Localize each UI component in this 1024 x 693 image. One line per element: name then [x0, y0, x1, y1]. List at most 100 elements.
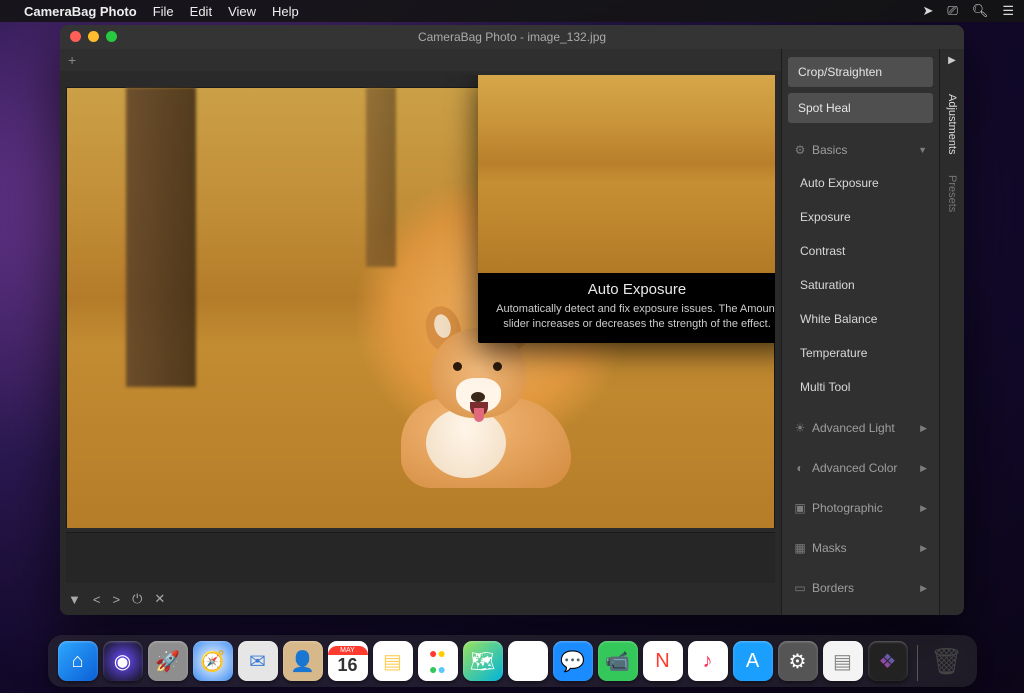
sun-icon: ☀: [794, 421, 806, 435]
window-titlebar[interactable]: CameraBag Photo - image_132.jpg: [60, 25, 964, 49]
dock-calendar[interactable]: MAY 16: [328, 641, 368, 681]
advanced-color-label: Advanced Color: [812, 461, 897, 475]
adjustments-panel: Crop/Straighten Spot Heal ⚙ Basics ▼ Aut…: [781, 49, 939, 615]
dock-maps[interactable]: 🗺: [463, 641, 503, 681]
photographic-label: Photographic: [812, 501, 883, 515]
tooltip-preview-image: [478, 75, 775, 273]
filmstrip-panel[interactable]: [66, 532, 775, 583]
footer-close-icon[interactable]: ✕: [154, 591, 165, 607]
collapse-panel-icon[interactable]: ▶: [948, 55, 956, 66]
main-area: +: [60, 49, 781, 615]
facetime-icon: 📹: [605, 649, 630, 674]
calendar-day-label: 16: [337, 655, 357, 676]
adjustment-white-balance[interactable]: White Balance: [788, 305, 933, 333]
menubar-view[interactable]: View: [228, 4, 256, 19]
app-window: CameraBag Photo - image_132.jpg +: [60, 25, 964, 615]
adjustment-auto-exposure[interactable]: Auto Exposure: [788, 169, 933, 197]
spot-heal-button[interactable]: Spot Heal: [788, 93, 933, 123]
camera-icon: ▣: [794, 501, 806, 515]
safari-icon: 🧭: [200, 649, 225, 674]
adjustment-exposure[interactable]: Exposure: [788, 203, 933, 231]
dock-messages[interactable]: 💬: [553, 641, 593, 681]
status-display-icon[interactable]: ⎚: [947, 3, 957, 19]
borders-label: Borders: [812, 581, 854, 595]
dock-siri[interactable]: ◉: [103, 641, 143, 681]
dock-reminders[interactable]: ●●●●: [418, 641, 458, 681]
dock-launchpad[interactable]: 🚀: [148, 641, 188, 681]
chevron-right-icon: ▶: [920, 503, 927, 514]
advanced-color-section[interactable]: ◐ Advanced Color ▶: [788, 453, 933, 481]
dock-textedit[interactable]: ▤: [823, 641, 863, 681]
advanced-light-label: Advanced Light: [812, 421, 895, 435]
tab-presets[interactable]: Presets: [944, 165, 960, 222]
footer-next-icon[interactable]: >: [112, 592, 120, 607]
dock-contacts[interactable]: 👤: [283, 641, 323, 681]
basics-label: Basics: [812, 143, 847, 157]
advanced-light-section[interactable]: ☀ Advanced Light ▶: [788, 413, 933, 441]
launchpad-icon: 🚀: [155, 649, 180, 674]
sliders-icon: ⚙: [794, 143, 806, 157]
footer-power-icon[interactable]: ⏻: [132, 591, 142, 607]
contacts-icon: 👤: [290, 649, 315, 674]
chevron-right-icon: ▶: [920, 423, 927, 434]
menubar-app-name[interactable]: CameraBag Photo: [24, 4, 137, 19]
add-tab-button[interactable]: +: [68, 52, 76, 68]
dock-finder[interactable]: ⌂: [58, 641, 98, 681]
dock-mail[interactable]: ✉︎: [238, 641, 278, 681]
window-title: CameraBag Photo - image_132.jpg: [418, 30, 606, 44]
photos-icon: 🏵: [515, 649, 540, 674]
appstore-icon: A: [746, 650, 759, 673]
control-center-icon[interactable]: ☰: [1002, 3, 1014, 19]
camerabag-icon: ❖: [879, 649, 897, 674]
borders-section[interactable]: ▭ Borders ▶: [788, 573, 933, 601]
chevron-right-icon: ▶: [920, 463, 927, 474]
adjustment-multi-tool[interactable]: Multi Tool: [788, 373, 933, 401]
dock-trash[interactable]: 🗑: [927, 641, 967, 681]
dock-music[interactable]: ♪: [688, 641, 728, 681]
tab-adjustments[interactable]: Adjustments: [944, 84, 960, 165]
dock-camerabag[interactable]: ❖: [868, 641, 908, 681]
maps-icon: 🗺: [470, 649, 495, 674]
footer-prev-icon[interactable]: <: [93, 592, 101, 607]
image-tree-trunk: [126, 87, 196, 387]
footer-dropdown-icon[interactable]: ▼: [68, 592, 81, 607]
crop-straighten-button[interactable]: Crop/Straighten: [788, 57, 933, 87]
dock-appstore[interactable]: A: [733, 641, 773, 681]
adjustment-contrast[interactable]: Contrast: [788, 237, 933, 265]
dock-safari[interactable]: 🧭: [193, 641, 233, 681]
image-canvas[interactable]: Auto Exposure Automatically detect and f…: [66, 75, 775, 528]
dock-facetime[interactable]: 📹: [598, 641, 638, 681]
menubar-file[interactable]: File: [153, 4, 174, 19]
masks-section[interactable]: ▦ Masks ▶: [788, 533, 933, 561]
adjustment-saturation[interactable]: Saturation: [788, 271, 933, 299]
tooltip-description: Automatically detect and fix exposure is…: [478, 302, 775, 343]
window-maximize-button[interactable]: [106, 31, 117, 42]
spotlight-search-icon[interactable]: 🔍︎: [972, 3, 989, 19]
trash-icon: 🗑: [930, 646, 963, 677]
siri-icon: ◉: [114, 649, 131, 674]
menubar-edit[interactable]: Edit: [190, 4, 212, 19]
calendar-month-label: MAY: [328, 646, 368, 655]
notes-icon: ▤: [383, 649, 402, 674]
window-minimize-button[interactable]: [88, 31, 99, 42]
document-tab-strip: +: [60, 49, 781, 71]
window-traffic-lights: [70, 31, 117, 42]
photographic-section[interactable]: ▣ Photographic ▶: [788, 493, 933, 521]
chevron-down-icon: ▼: [918, 145, 927, 155]
reminders-icon: ●●●●: [429, 645, 446, 677]
dock-photos[interactable]: 🏵: [508, 641, 548, 681]
menubar-help[interactable]: Help: [272, 4, 299, 19]
dock-notes[interactable]: ▤: [373, 641, 413, 681]
window-close-button[interactable]: [70, 31, 81, 42]
basics-section-header[interactable]: ⚙ Basics ▼: [788, 135, 933, 163]
status-cursor-icon[interactable]: ➤: [923, 3, 934, 19]
gear-icon: ⚙: [789, 649, 807, 674]
dock-news[interactable]: N: [643, 641, 683, 681]
music-icon: ♪: [703, 650, 713, 673]
chevron-right-icon: ▶: [920, 583, 927, 594]
dock-settings[interactable]: ⚙: [778, 641, 818, 681]
adjustment-temperature[interactable]: Temperature: [788, 339, 933, 367]
macos-dock: ⌂ ◉ 🚀 🧭 ✉︎ 👤 MAY 16 ▤ ●●●● 🗺 🏵 💬 📹 N ♪ A…: [48, 635, 977, 687]
image-tree-trunk: [366, 87, 396, 267]
mail-icon: ✉︎: [249, 649, 266, 674]
